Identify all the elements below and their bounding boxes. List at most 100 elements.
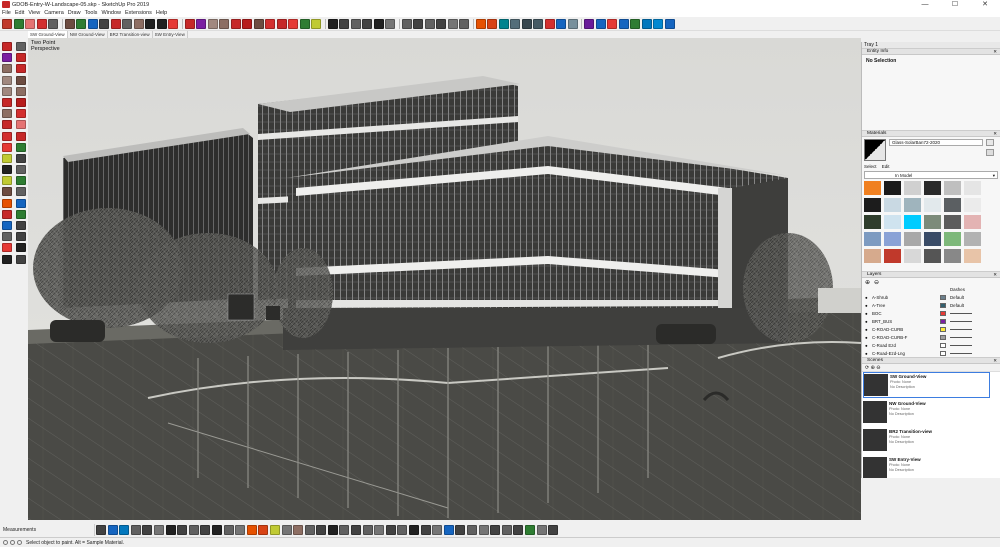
tool-1-icon[interactable]: [16, 42, 26, 51]
layer-row[interactable]: ● A-Shrub Default: [862, 294, 1000, 301]
eye-icon[interactable]: ●: [865, 350, 868, 357]
tool-33-icon[interactable]: [16, 221, 26, 230]
download-icon[interactable]: [653, 18, 663, 29]
close-button[interactable]: ✕: [970, 0, 1000, 9]
bottom-tool-19-icon[interactable]: [316, 524, 327, 535]
layer-color-swatch[interactable]: [940, 319, 946, 324]
add-location-icon[interactable]: [641, 18, 652, 29]
eye-icon[interactable]: ●: [865, 334, 868, 341]
tool-2-icon[interactable]: [2, 53, 12, 63]
eraser-icon[interactable]: [25, 18, 35, 29]
front-view-icon[interactable]: [424, 18, 435, 29]
bottom-tool-36-icon[interactable]: [513, 524, 524, 535]
tool-6-icon[interactable]: [2, 75, 12, 85]
tool-17-icon[interactable]: [16, 131, 26, 141]
select-icon[interactable]: [2, 18, 12, 29]
zoom-extents-icon[interactable]: [122, 18, 132, 29]
tab-sw-ground-view[interactable]: SW Ground-View: [28, 31, 68, 38]
bottom-tool-0-icon[interactable]: [96, 524, 106, 535]
menu-view[interactable]: View: [28, 10, 40, 16]
layer-color-swatch[interactable]: [940, 335, 946, 340]
look-around-icon[interactable]: [168, 18, 178, 29]
orbit-icon[interactable]: [87, 18, 98, 29]
bottom-tool-37-icon[interactable]: [524, 524, 535, 535]
bottom-tool-24-icon[interactable]: [374, 524, 385, 535]
bottom-tool-39-icon[interactable]: [548, 524, 559, 535]
bottom-tool-31-icon[interactable]: [455, 524, 466, 535]
tab-edit[interactable]: Edit: [882, 164, 890, 169]
tab-br2-transition-view[interactable]: BR2 Transition-view: [108, 31, 153, 38]
layer-row[interactable]: ● C-Road-Ezd-Lng: [862, 350, 1000, 357]
xray-icon[interactable]: [498, 18, 509, 29]
bottom-tool-8-icon[interactable]: [188, 524, 199, 535]
menu-camera[interactable]: Camera: [44, 10, 64, 16]
tool-23-icon[interactable]: [16, 165, 26, 175]
material-swatch[interactable]: [964, 232, 981, 246]
bottom-tool-13-icon[interactable]: [246, 524, 257, 535]
material-swatch[interactable]: [904, 181, 921, 195]
dimension-icon[interactable]: [339, 18, 349, 29]
tool-38-icon[interactable]: [2, 254, 12, 264]
tool-20-icon[interactable]: [2, 153, 12, 163]
eye-icon[interactable]: ●: [865, 310, 868, 317]
tool-19-icon[interactable]: [16, 142, 26, 152]
walk-icon[interactable]: [156, 18, 167, 29]
tool-4-icon[interactable]: [2, 64, 12, 74]
text-icon[interactable]: [362, 18, 372, 29]
tool-5-icon[interactable]: [16, 64, 26, 74]
push-pull-icon[interactable]: [265, 18, 275, 29]
bottom-tool-7-icon[interactable]: [177, 524, 188, 535]
undo-icon[interactable]: [36, 18, 47, 29]
tool-27-icon[interactable]: [16, 187, 26, 197]
bottom-tool-23-icon[interactable]: [362, 524, 373, 535]
bottom-tool-32-icon[interactable]: [467, 524, 477, 535]
iso-view-icon[interactable]: [401, 18, 412, 29]
make-component-icon[interactable]: [13, 18, 24, 29]
menu-help[interactable]: Help: [156, 10, 167, 16]
layer-color-swatch[interactable]: [940, 311, 946, 316]
sample-paint-icon[interactable]: [986, 149, 994, 156]
bottom-tool-21-icon[interactable]: [339, 524, 350, 535]
tool-37-icon[interactable]: [16, 243, 26, 253]
material-swatch[interactable]: [944, 232, 961, 246]
redo-icon[interactable]: [48, 18, 58, 29]
offset-icon[interactable]: [311, 18, 321, 29]
material-swatch[interactable]: [944, 249, 961, 263]
material-swatch[interactable]: [964, 198, 981, 212]
bottom-tool-30-icon[interactable]: [443, 524, 454, 535]
bottom-tool-1-icon[interactable]: [107, 524, 118, 535]
eye-icon[interactable]: ●: [865, 294, 868, 301]
layer-color-swatch[interactable]: [940, 351, 946, 356]
material-swatch[interactable]: [944, 198, 961, 212]
layer-color-swatch[interactable]: [940, 295, 946, 300]
move-icon[interactable]: [253, 18, 264, 29]
tool-36-icon[interactable]: [2, 243, 12, 253]
eye-icon[interactable]: ●: [865, 342, 868, 349]
tool-35-icon[interactable]: [16, 232, 26, 242]
scene-item[interactable]: BR2 Transition-view Photo: None No Descrip…: [863, 428, 990, 454]
layer-color-swatch[interactable]: [940, 343, 946, 348]
tool-30-icon[interactable]: [2, 209, 12, 219]
tool-0-icon[interactable]: [2, 42, 12, 51]
material-swatch[interactable]: [904, 249, 921, 263]
material-name-field[interactable]: Glass-SolarBan72-2020: [889, 139, 983, 146]
position-camera-icon[interactable]: [145, 18, 155, 29]
material-swatch[interactable]: [904, 232, 921, 246]
bottom-tool-22-icon[interactable]: [351, 524, 362, 535]
material-swatch[interactable]: [924, 215, 941, 229]
menu-draw[interactable]: Draw: [68, 10, 81, 16]
zoom-window-icon[interactable]: [110, 18, 121, 29]
tool-7-icon[interactable]: [16, 75, 26, 85]
section-plane-icon[interactable]: [475, 18, 486, 29]
bottom-tool-28-icon[interactable]: [420, 524, 431, 535]
tool-8-icon[interactable]: [2, 86, 12, 96]
tool-21-icon[interactable]: [16, 153, 26, 163]
bottom-tool-14-icon[interactable]: [258, 524, 269, 535]
right-view-icon[interactable]: [436, 18, 446, 29]
tool-31-icon[interactable]: [16, 209, 26, 219]
shaded-textures-icon[interactable]: [556, 18, 566, 29]
eye-icon[interactable]: ●: [865, 326, 868, 333]
bottom-tool-33-icon[interactable]: [478, 524, 489, 535]
polygon-icon[interactable]: [219, 18, 229, 29]
material-swatch[interactable]: [904, 198, 921, 212]
